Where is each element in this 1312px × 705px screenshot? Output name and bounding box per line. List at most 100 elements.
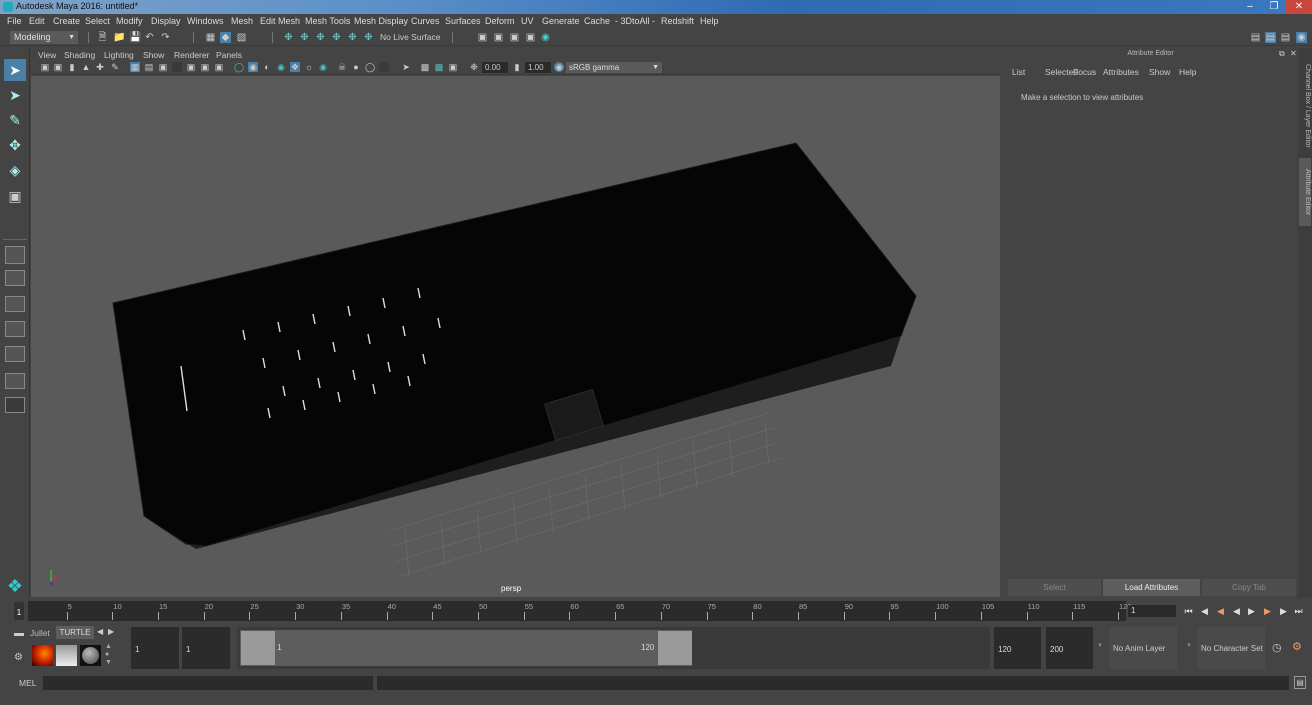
mel-label[interactable]: MEL: [19, 678, 36, 688]
viewport-menu-show[interactable]: Show: [143, 50, 164, 60]
menu-mesh-display[interactable]: Mesh Display: [354, 16, 408, 26]
go-to-end-icon[interactable]: ⏭: [1292, 605, 1305, 617]
ambient-occlusion-icon[interactable]: ◉: [318, 62, 328, 72]
bookmark-icon[interactable]: ▮: [67, 62, 77, 72]
snap-curve-icon[interactable]: ❉: [299, 32, 310, 43]
exposure-icon[interactable]: ❉: [469, 62, 479, 72]
hypershade-icon[interactable]: ▣: [525, 32, 536, 43]
auto-key-icon[interactable]: ◷: [1272, 641, 1282, 654]
chevron-down-icon[interactable]: ▼: [1186, 643, 1192, 649]
undo-icon[interactable]: ↶: [144, 32, 155, 43]
go-to-start-icon[interactable]: ⏮: [1182, 605, 1195, 617]
close-button[interactable]: ✕: [1286, 0, 1312, 13]
menu-help[interactable]: Help: [700, 16, 719, 26]
current-frame-field[interactable]: 1: [1128, 605, 1176, 617]
redo-icon[interactable]: ↷: [160, 32, 171, 43]
wireframe-icon[interactable]: ◯: [234, 62, 244, 72]
film-gate-icon[interactable]: ▤: [144, 62, 154, 72]
grease-pencil-icon[interactable]: ✎: [110, 62, 120, 72]
viewport-menu-shading[interactable]: Shading: [64, 50, 95, 60]
field-chart-icon[interactable]: ▣: [186, 62, 196, 72]
new-scene-icon[interactable]: 🗎: [97, 32, 108, 43]
attribute-editor-toggle-icon[interactable]: ▤: [1265, 32, 1276, 43]
minimize-button[interactable]: –: [1238, 0, 1262, 13]
hud-icon[interactable]: ▩: [420, 62, 430, 72]
render-settings-icon[interactable]: ▣: [509, 32, 520, 43]
menu-deform[interactable]: Deform: [485, 16, 515, 26]
menu-edit-mesh[interactable]: Edit Mesh: [260, 16, 300, 26]
timeline-strip[interactable]: 5 10 15 20 25 30 35 40 45 50 55 60 65 70 75 80 85 90 95 100…: [28, 601, 1132, 621]
shelf-menu-icon[interactable]: ▬: [14, 628, 24, 639]
load-attributes-button[interactable]: Load Attributes: [1103, 579, 1200, 596]
tab-channel-box[interactable]: Channel Box / Layer Editor: [1299, 56, 1311, 156]
select-tool-icon[interactable]: ➤: [4, 59, 26, 81]
menu-mesh-tools[interactable]: Mesh Tools: [305, 16, 350, 26]
animation-preferences-icon[interactable]: ⚙: [1292, 640, 1302, 653]
backface-culling-icon[interactable]: [379, 62, 389, 72]
range-start-handle[interactable]: [241, 631, 275, 665]
menu-mesh[interactable]: Mesh: [231, 16, 253, 26]
range-slider-track[interactable]: 1 120: [237, 627, 990, 669]
character-set-dropdown[interactable]: No Character Set: [1197, 627, 1265, 669]
two-pane-stacked-layout-icon[interactable]: [5, 321, 25, 337]
outliner-persp-layout-icon[interactable]: [5, 346, 25, 362]
menu-curves[interactable]: Curves: [411, 16, 440, 26]
shelf-tab-turtle[interactable]: TURTLE: [56, 626, 94, 639]
color-space-dropdown[interactable]: sRGB gamma ▼: [566, 62, 662, 73]
render-view-icon[interactable]: ◉: [540, 32, 551, 43]
move-tool-icon[interactable]: ✥: [4, 134, 26, 156]
rotate-tool-icon[interactable]: ◈: [4, 159, 26, 181]
persp-graph-layout-icon[interactable]: [5, 373, 25, 389]
menu-file[interactable]: File: [7, 16, 22, 26]
paint-select-tool-icon[interactable]: ✎: [4, 109, 26, 131]
script-editor-icon[interactable]: ▤: [1294, 676, 1306, 689]
multisample-aa-icon[interactable]: ▩: [434, 62, 444, 72]
menu-select[interactable]: Select: [85, 16, 110, 26]
step-back-frame-icon[interactable]: ◀: [1198, 605, 1211, 617]
select-hierarchy-icon[interactable]: ▦: [205, 32, 216, 43]
gamma-icon[interactable]: ▮: [512, 62, 522, 72]
snap-grid-icon[interactable]: ❉: [283, 32, 294, 43]
viewport-menu-view[interactable]: View: [38, 50, 56, 60]
lasso-tool-icon[interactable]: ➤: [4, 84, 26, 106]
shadows-icon[interactable]: ☼: [304, 62, 314, 72]
ae-menu-focus[interactable]: Focus: [1073, 67, 1096, 77]
scale-tool-icon[interactable]: ▣: [4, 185, 26, 207]
textured-icon[interactable]: ◉: [276, 62, 286, 72]
range-end-handle[interactable]: [658, 631, 692, 665]
shelf-scroll-icon[interactable]: ▲ ● ▼: [105, 643, 112, 667]
step-forward-frame-icon[interactable]: ▶: [1277, 605, 1290, 617]
shelf-tab-jullet[interactable]: Jullet: [30, 628, 50, 638]
menu-3dtoall[interactable]: - 3DtoAll -: [615, 16, 655, 26]
3d-viewport[interactable]: persp: [31, 76, 1000, 597]
ae-menu-help[interactable]: Help: [1179, 67, 1196, 77]
gamma-field[interactable]: 1.00: [525, 62, 551, 73]
start-time-field[interactable]: 1: [131, 627, 179, 669]
menu-modify[interactable]: Modify: [116, 16, 143, 26]
play-forwards-icon[interactable]: ▶: [1245, 605, 1258, 617]
custom-layout-icon[interactable]: [5, 397, 25, 413]
menu-generate[interactable]: Generate: [542, 16, 580, 26]
resolution-gate-icon[interactable]: ▣: [158, 62, 168, 72]
current-frame-marker[interactable]: 1: [14, 602, 24, 620]
shelf-scroll-right-icon[interactable]: ▶: [108, 627, 114, 636]
tab-attribute-editor[interactable]: Attribute Editor: [1299, 158, 1311, 226]
channel-box-toggle-icon[interactable]: ◉: [1296, 32, 1307, 43]
ae-menu-list[interactable]: List: [1012, 67, 1025, 77]
step-forward-key-icon[interactable]: ▶: [1261, 605, 1274, 617]
menu-uv[interactable]: UV: [521, 16, 534, 26]
tool-settings-icon[interactable]: ▤: [1280, 32, 1291, 43]
exposure-field[interactable]: 0.00: [482, 62, 508, 73]
mode-selector[interactable]: Modeling ▼: [10, 31, 78, 44]
wireframe-on-shaded-icon[interactable]: ◐: [262, 62, 272, 72]
turtle-surface-shader-shelf-icon[interactable]: [80, 645, 101, 666]
grid-icon[interactable]: ▦: [130, 62, 140, 72]
xray-joints-icon[interactable]: ●: [351, 62, 361, 72]
restore-button[interactable]: ❐: [1262, 0, 1286, 13]
image-plane-icon[interactable]: ▲: [81, 62, 91, 72]
menu-windows[interactable]: Windows: [187, 16, 224, 26]
isolate-select-icon[interactable]: ➤: [401, 62, 411, 72]
snap-point-icon[interactable]: ❉: [315, 32, 326, 43]
mel-input[interactable]: [43, 676, 373, 690]
snap-magnet-icon[interactable]: ❉: [363, 32, 374, 43]
